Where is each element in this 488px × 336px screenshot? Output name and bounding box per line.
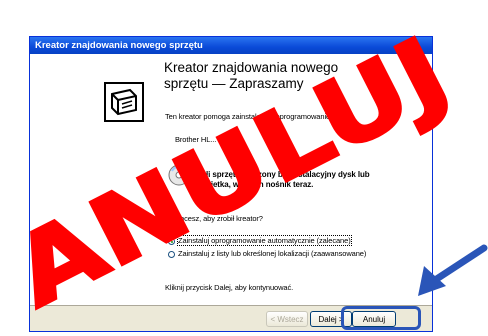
option-auto-install-label[interactable]: Zainstaluj oprogramowanie automatycznie …	[177, 235, 352, 246]
radio-auto-install[interactable]	[168, 238, 175, 245]
question-text: Co chcesz, aby zrobił kreator?	[165, 214, 263, 223]
radio-list-install[interactable]	[168, 251, 175, 258]
cancel-highlight-frame	[341, 306, 421, 330]
intro-text: Ten kreator pomoga zainstalować oprogram…	[165, 112, 331, 121]
window-title: Kreator znajdowania nowego sprzętu	[30, 37, 432, 54]
cd-icon	[168, 164, 190, 186]
back-button[interactable]: < Wstecz	[266, 311, 308, 327]
option-list-install-label[interactable]: Zainstaluj z listy lub określonej lokali…	[178, 249, 366, 258]
wizard-side-panel	[30, 54, 158, 331]
cd-notice-text: Jeśli sprzęt dołączony był instalacyjny …	[193, 170, 370, 189]
page-title: Kreator znajdowania nowego sprzętu — Zap…	[164, 60, 339, 91]
hardware-wizard-icon	[104, 82, 144, 122]
device-name: Brother HL... series	[175, 135, 238, 144]
footer-hint: Kliknij przycisk Dalej, aby kontynuować.	[165, 283, 294, 292]
